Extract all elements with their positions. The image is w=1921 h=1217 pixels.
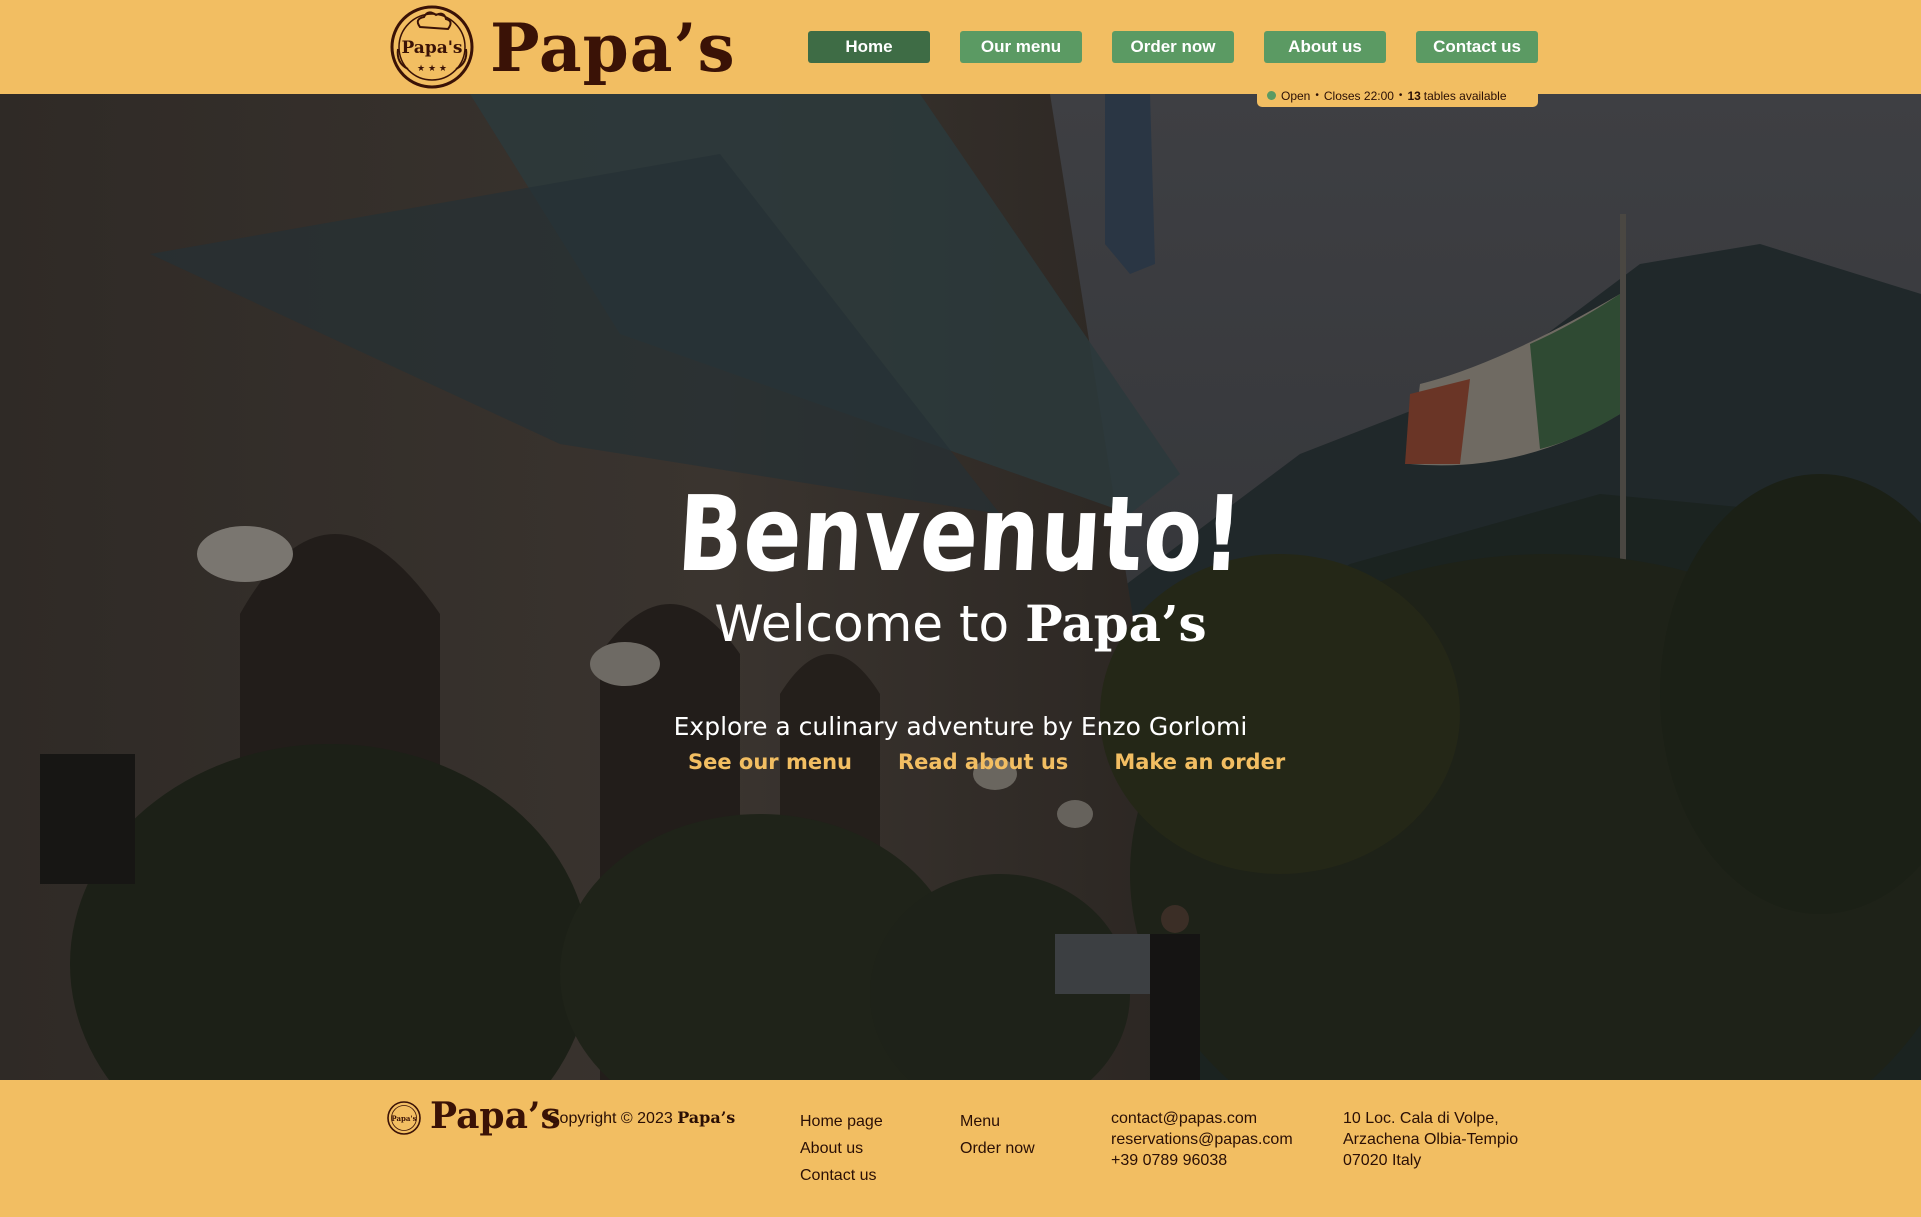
footer-home-page-link[interactable]: Home page [800, 1108, 883, 1135]
copyright-prefix: Copyright © 2023 [548, 1110, 673, 1127]
footer-brand[interactable]: Papa’s [430, 1092, 561, 1140]
hero-content: Benvenuto! Welcome to Papa’s Explore a c… [0, 94, 1921, 1080]
svg-text:★ ★ ★: ★ ★ ★ [417, 64, 447, 74]
hero-tagline: Explore a culinary adventure by Enzo Gor… [673, 712, 1248, 741]
nav-order-now-button[interactable]: Order now [1112, 31, 1234, 63]
main-nav: Home Our menu Order now About us Contact… [808, 31, 1538, 63]
hero-subtitle: Welcome to Papa’s [0, 592, 1921, 656]
papas-logo-icon[interactable]: Papa's ★ ★ ★ [388, 5, 476, 89]
nav-about-us-button[interactable]: About us [1264, 31, 1386, 63]
read-about-us-link[interactable]: Read about us [898, 746, 1068, 778]
nav-our-menu-button[interactable]: Our menu [960, 31, 1082, 63]
address-line: 07020 Italy [1343, 1152, 1422, 1169]
site-brand[interactable]: Papa’s [490, 6, 736, 90]
nav-contact-us-button[interactable]: Contact us [1416, 31, 1538, 63]
copyright-brand: Papa’s [677, 1108, 736, 1127]
footer-address: 10 Loc. Cala di Volpe, Arzachena Olbia-T… [1343, 1108, 1518, 1171]
logo-badge-text: Papa's [401, 38, 462, 58]
hero-section: Benvenuto! Welcome to Papa’s Explore a c… [0, 94, 1921, 1080]
hero-subtitle-brand: Papa’s [1025, 594, 1207, 653]
footer-logo-text: Papa's [391, 1114, 416, 1123]
contact-email[interactable]: contact@papas.com [1111, 1108, 1293, 1129]
address-line: 10 Loc. Cala di Volpe, [1343, 1110, 1499, 1127]
footer-logo-icon[interactable]: Papa's [386, 1100, 422, 1136]
contact-phone[interactable]: +39 0789 96038 [1111, 1150, 1293, 1171]
footer-links-col2: Menu Order now [960, 1108, 1035, 1162]
status-tables-count: 13 [1407, 88, 1421, 103]
status-closes: Closes 22:00 [1323, 88, 1394, 103]
footer-contact-us-link[interactable]: Contact us [800, 1162, 883, 1189]
footer-contact: contact@papas.com reservations@papas.com… [1111, 1108, 1293, 1171]
hero-links: See our menu Read about us Make an order [688, 746, 1285, 778]
copyright: Copyright © 2023 Papa’s [548, 1108, 735, 1128]
status-open: Open [1281, 88, 1311, 103]
hero-subtitle-prefix: Welcome to [714, 595, 1010, 653]
footer-about-us-link[interactable]: About us [800, 1135, 883, 1162]
address-line: Arzachena Olbia-Tempio [1343, 1131, 1519, 1148]
footer-links-col1: Home page About us Contact us [800, 1108, 883, 1189]
site-footer: Papa's Papa’s Copyright © 2023 Papa’s Ho… [0, 1080, 1921, 1217]
status-dot-icon [1267, 91, 1276, 100]
see-our-menu-link[interactable]: See our menu [688, 746, 852, 778]
nav-home-button[interactable]: Home [808, 31, 930, 63]
status-bar: Open • Closes 22:00 • 13 tables availabl… [1257, 84, 1538, 107]
make-an-order-link[interactable]: Make an order [1114, 746, 1285, 778]
footer-menu-link[interactable]: Menu [960, 1108, 1035, 1135]
status-separator: • [1398, 90, 1403, 101]
hero-title: Benvenuto! [674, 473, 1247, 595]
reservations-email[interactable]: reservations@papas.com [1111, 1129, 1293, 1150]
site-header: Papa's ★ ★ ★ Papa’s Home Our menu Order … [0, 0, 1921, 94]
status-separator: • [1315, 90, 1319, 101]
status-tables-text: tables available [1423, 88, 1507, 103]
footer-order-now-link[interactable]: Order now [960, 1135, 1035, 1162]
